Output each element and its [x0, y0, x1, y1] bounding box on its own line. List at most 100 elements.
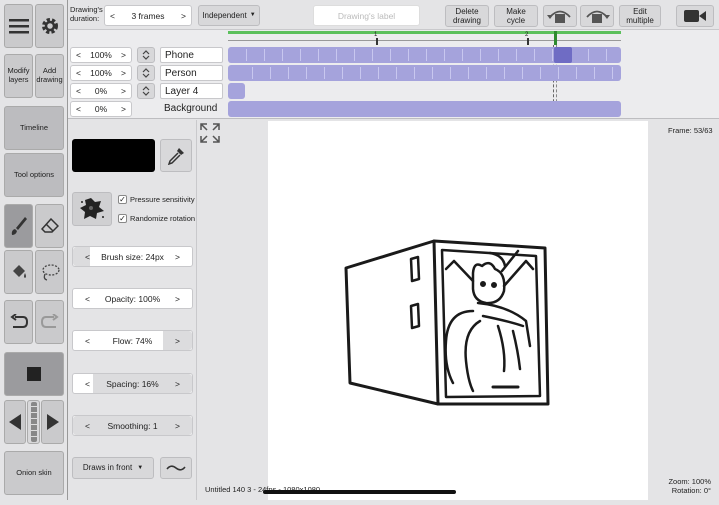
- layer-name[interactable]: Phone: [160, 47, 223, 63]
- duration-stepper[interactable]: < 3 frames >: [104, 5, 192, 26]
- frame-cell-divider: [288, 67, 289, 79]
- duration-label: Drawing's duration:: [70, 5, 103, 23]
- layer-track[interactable]: [228, 47, 621, 63]
- layer-opacity-stepper[interactable]: <0% >: [70, 83, 132, 99]
- layer-reorder-handle[interactable]: [137, 83, 155, 99]
- layer-reorder-handle[interactable]: [137, 47, 155, 63]
- frame-cell-divider: [282, 49, 283, 61]
- mode-dropdown[interactable]: Independent ▼: [198, 5, 260, 26]
- timeline-button[interactable]: Timeline: [4, 106, 64, 150]
- eraser-tool-button[interactable]: [35, 204, 64, 248]
- drawing-label-input[interactable]: Drawing's label: [313, 5, 420, 26]
- opacity-decrease[interactable]: <: [76, 104, 81, 114]
- onion-skin-button[interactable]: Onion skin: [4, 451, 64, 495]
- spacing-increase[interactable]: >: [175, 379, 180, 389]
- chevron-down-icon: ▼: [137, 464, 144, 471]
- cycle-arrow-icon: [586, 10, 610, 23]
- next-frame-button[interactable]: [41, 400, 64, 444]
- draw-order-dropdown[interactable]: Draws in front ▼: [72, 457, 154, 479]
- opacity-decrease[interactable]: <: [76, 68, 81, 78]
- frame-cell-divider: [444, 49, 445, 61]
- cycle-left-button[interactable]: [543, 5, 577, 27]
- frame-scrubber[interactable]: [27, 400, 40, 444]
- brush-size-slider[interactable]: < Brush size: 24px >: [72, 246, 193, 267]
- brush-size-increase[interactable]: >: [175, 252, 180, 262]
- brush-tool-button[interactable]: [4, 204, 33, 248]
- frame-cell-divider: [552, 49, 553, 61]
- add-drawing-button[interactable]: Add drawing: [35, 54, 64, 98]
- frame-cell-divider: [588, 49, 589, 61]
- fullscreen-button[interactable]: [200, 123, 220, 143]
- opacity-increase[interactable]: >: [121, 104, 126, 114]
- spacing-slider[interactable]: < Spacing: 16% >: [72, 373, 193, 394]
- frame-cell-divider: [534, 49, 535, 61]
- flow-slider[interactable]: < Flow: 74% >: [72, 330, 193, 351]
- frame-cell-divider: [606, 49, 607, 61]
- layer-reorder-handle[interactable]: [137, 65, 155, 81]
- drawing-canvas[interactable]: [268, 121, 648, 500]
- randomize-rotation-checkbox[interactable]: ✓ Randomize rotation: [118, 214, 195, 223]
- brush-texture-icon: [80, 198, 104, 219]
- tool-options-button[interactable]: Tool options: [4, 153, 64, 197]
- layer-opacity-stepper[interactable]: <100% >: [70, 65, 132, 81]
- layer-name[interactable]: Person: [160, 65, 223, 81]
- duration-increase[interactable]: >: [181, 11, 186, 21]
- frame-cell-divider: [462, 49, 463, 61]
- home-indicator[interactable]: [263, 490, 456, 494]
- eyedropper-button[interactable]: [160, 139, 192, 172]
- flow-increase[interactable]: >: [175, 336, 180, 346]
- modify-layers-button[interactable]: Modify layers: [4, 54, 33, 98]
- layer-track[interactable]: [228, 101, 621, 117]
- edit-multiple-button[interactable]: Edit multiple: [619, 5, 661, 27]
- frame-cell-divider: [390, 49, 391, 61]
- opacity-increase[interactable]: >: [121, 50, 126, 60]
- opacity-increase[interactable]: >: [175, 294, 180, 304]
- delete-drawing-button[interactable]: Delete drawing: [445, 5, 489, 27]
- layer-opacity-stepper[interactable]: <100% >: [70, 47, 132, 63]
- brush-preset-button[interactable]: [72, 192, 112, 226]
- frame-counter: Frame: 53/63: [668, 126, 713, 135]
- settings-button[interactable]: [35, 4, 64, 48]
- menu-button[interactable]: [4, 4, 33, 48]
- video-camera-icon: [684, 10, 706, 22]
- cycle-arrow-icon: [547, 10, 571, 23]
- layer-name[interactable]: Background: [164, 103, 217, 114]
- frame-cell-divider: [468, 67, 469, 79]
- frame-cell-divider: [408, 49, 409, 61]
- duration-decrease[interactable]: <: [110, 11, 115, 21]
- camera-button[interactable]: [676, 5, 714, 27]
- undo-button[interactable]: [4, 300, 33, 344]
- frame-cell-divider: [300, 49, 301, 61]
- make-cycle-button[interactable]: Make cycle: [494, 5, 538, 27]
- layer-track[interactable]: [228, 65, 621, 81]
- pressure-sensitivity-checkbox[interactable]: ✓ Pressure sensitivity: [118, 195, 195, 204]
- opacity-slider[interactable]: < Opacity: 100% >: [72, 288, 193, 309]
- timeline-ruler[interactable]: 1 2: [228, 31, 621, 45]
- current-frame-marker[interactable]: [554, 31, 557, 45]
- frame-cell-divider: [426, 49, 427, 61]
- layer-name[interactable]: Layer 4: [160, 83, 223, 99]
- stroke-style-button[interactable]: [160, 457, 192, 479]
- frame-cell-divider: [324, 67, 325, 79]
- selected-frame-cell[interactable]: [554, 47, 572, 63]
- lasso-icon: [41, 264, 60, 281]
- opacity-decrease[interactable]: <: [76, 86, 81, 96]
- opacity-increase[interactable]: >: [121, 86, 126, 96]
- redo-button[interactable]: [35, 300, 64, 344]
- fill-tool-button[interactable]: [4, 250, 33, 294]
- opacity-decrease[interactable]: <: [76, 50, 81, 60]
- lasso-tool-button[interactable]: [35, 250, 64, 294]
- pressure-sensitivity-label: Pressure sensitivity: [130, 195, 195, 204]
- opacity-increase[interactable]: >: [121, 68, 126, 78]
- frame-cell-divider: [504, 67, 505, 79]
- frame-cell-divider: [450, 67, 451, 79]
- color-swatch[interactable]: [72, 139, 155, 172]
- layer-opacity-stepper[interactable]: <0% >: [70, 101, 132, 117]
- layer-track[interactable]: [228, 83, 245, 99]
- zoom-level: Zoom: 100%: [668, 477, 711, 486]
- cycle-right-button[interactable]: [580, 5, 614, 27]
- previous-frame-button[interactable]: [4, 400, 26, 444]
- smoothing-slider[interactable]: < Smoothing: 1 >: [72, 415, 193, 436]
- smoothing-increase[interactable]: >: [175, 421, 180, 431]
- stop-button[interactable]: [4, 352, 64, 396]
